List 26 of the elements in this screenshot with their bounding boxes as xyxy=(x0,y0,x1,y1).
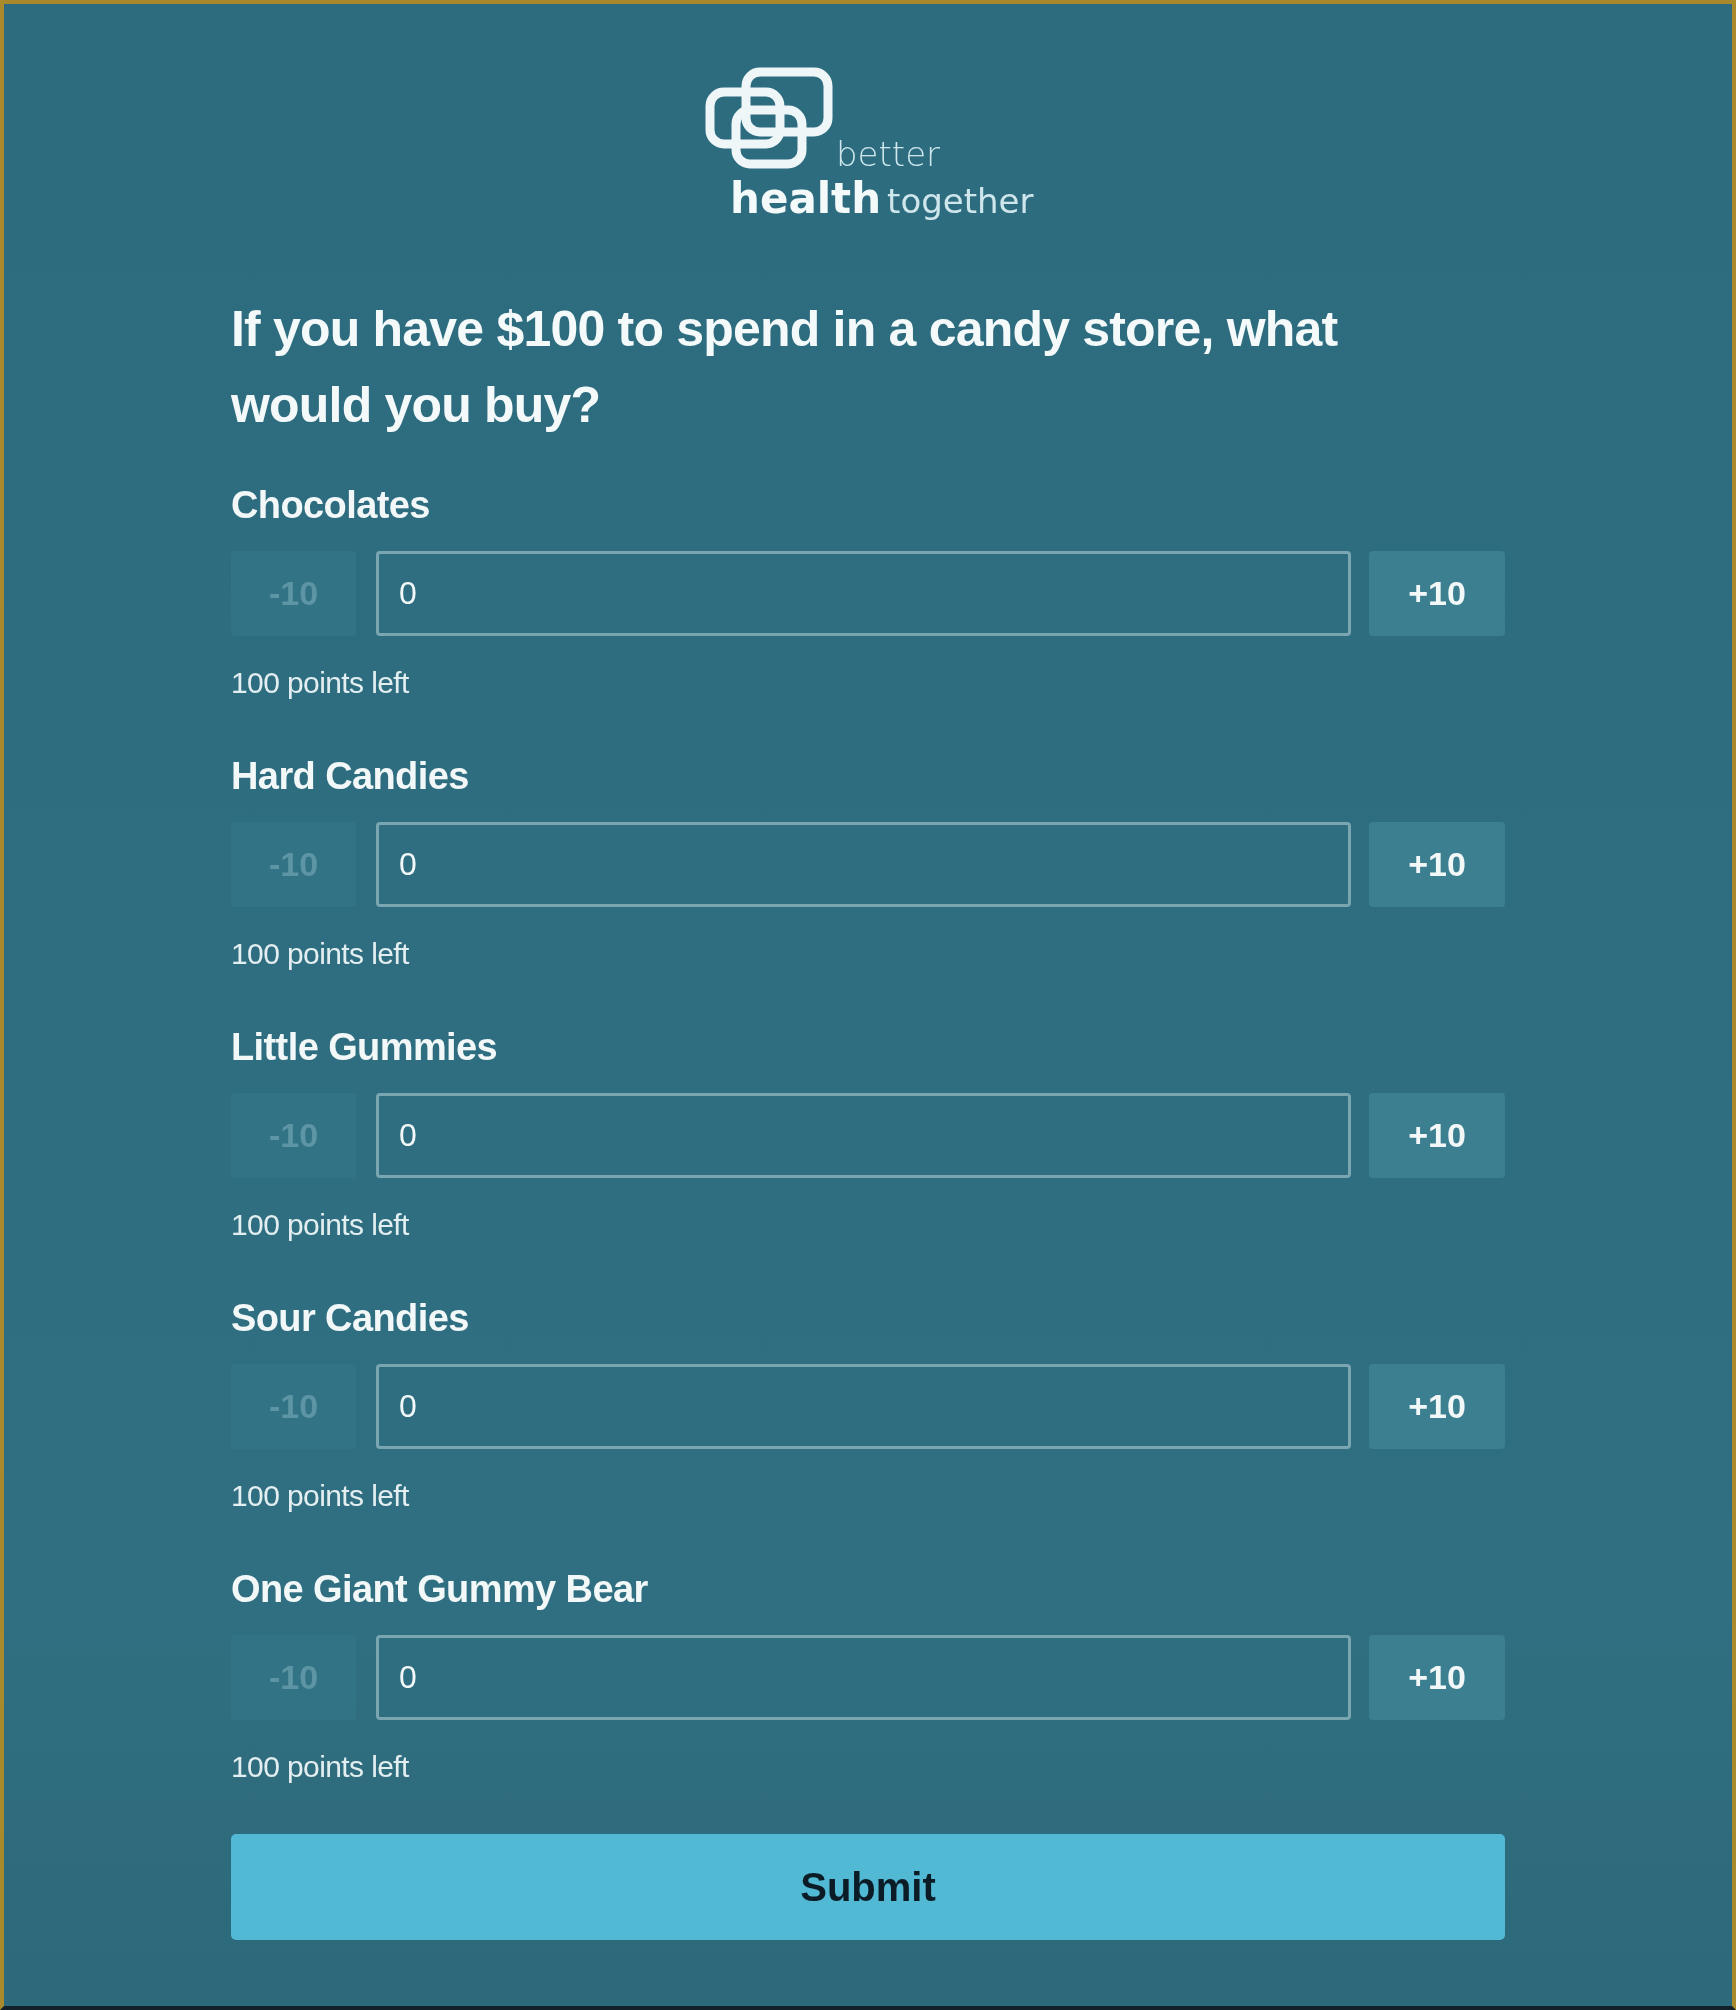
points-left-text: 100 points left xyxy=(231,937,410,971)
increment-button[interactable]: +10 xyxy=(1369,1635,1505,1720)
increment-button[interactable]: +10 xyxy=(1369,822,1505,907)
item-label: One Giant Gummy Bear xyxy=(231,1569,649,1609)
question-title: If you have $100 to spend in a candy store, what would you buy? xyxy=(231,300,1339,435)
submit-button[interactable]: Submit xyxy=(231,1834,1505,1940)
logo-icon xyxy=(704,66,834,171)
points-input[interactable]: 0 xyxy=(376,1364,1351,1449)
item-label: Chocolates xyxy=(231,485,431,525)
points-input[interactable]: 0 xyxy=(376,822,1351,907)
points-left-text: 100 points left xyxy=(231,666,410,700)
increment-button[interactable]: +10 xyxy=(1369,1364,1505,1449)
brand-text: together xyxy=(887,181,1034,221)
brand-text: better xyxy=(836,137,941,171)
points-input[interactable]: 0 xyxy=(376,551,1351,636)
item-label: Hard Candies xyxy=(231,756,470,796)
increment-button[interactable]: +10 xyxy=(1369,1093,1505,1178)
points-input[interactable]: 0 xyxy=(376,1635,1351,1720)
points-left-text: 100 points left xyxy=(231,1208,410,1242)
increment-button[interactable]: +10 xyxy=(1369,551,1505,636)
item-label: Little Gummies xyxy=(231,1027,499,1067)
points-left-text: 100 points left xyxy=(231,1479,410,1513)
item-label: Sour Candies xyxy=(231,1298,470,1338)
brand-text: health xyxy=(730,173,882,225)
points-left-text: 100 points left xyxy=(231,1750,410,1784)
points-input[interactable]: 0 xyxy=(376,1093,1351,1178)
